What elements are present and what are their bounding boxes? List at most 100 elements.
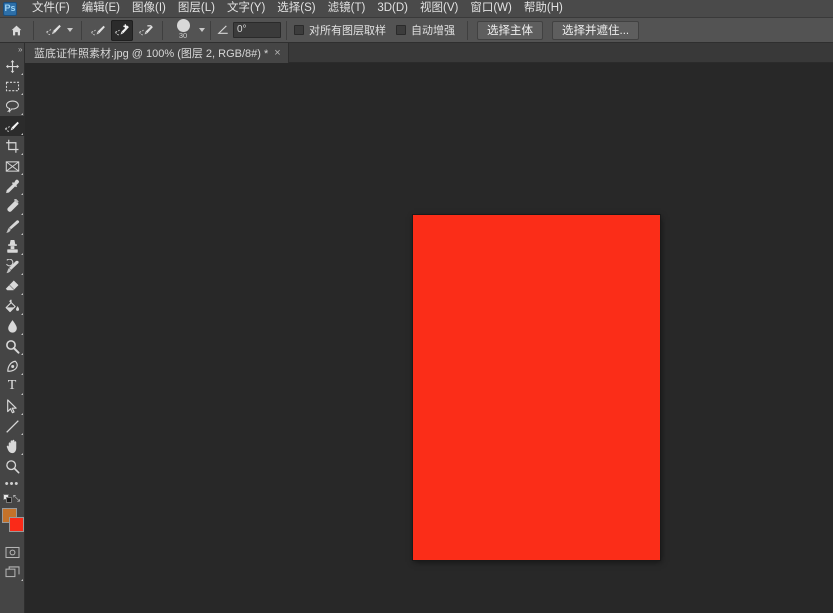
- spot-healing-brush-tool[interactable]: [0, 196, 25, 216]
- lasso-icon: [5, 99, 20, 114]
- tool-expand-corner: [21, 412, 23, 415]
- brush-size-picker[interactable]: 30: [168, 18, 198, 42]
- photoshop-window: Ps 文件(F) 编辑(E) 图像(I) 图层(L) 文字(Y) 选择(S) 滤…: [0, 0, 833, 613]
- tool-expand-corner: [21, 312, 23, 315]
- blur-drop-icon: [5, 319, 20, 334]
- path-arrow-icon: [5, 398, 19, 414]
- document-tab-bar: 蓝底证件照素材.jpg @ 100% (图层 2, RGB/8#) * ×: [0, 43, 833, 63]
- move-tool[interactable]: [0, 56, 25, 76]
- selection-mode-group: [87, 19, 157, 41]
- home-button[interactable]: [4, 19, 28, 41]
- dodge-tool[interactable]: [0, 336, 25, 356]
- options-separator-6: [467, 20, 468, 40]
- tool-expand-corner: [21, 172, 23, 175]
- swap-colors-icon[interactable]: ⤡: [12, 493, 22, 503]
- expand-toolbar-button[interactable]: »: [0, 43, 25, 56]
- select-and-mask-button[interactable]: 选择并遮住...: [552, 20, 640, 40]
- select-subject-button[interactable]: 选择主体: [477, 20, 543, 40]
- tool-expand-corner: [21, 372, 23, 375]
- options-separator-1: [33, 20, 34, 40]
- tool-expand-corner: [21, 272, 23, 275]
- menu-bar: Ps 文件(F) 编辑(E) 图像(I) 图层(L) 文字(Y) 选择(S) 滤…: [0, 0, 833, 18]
- photoshop-logo-icon: Ps: [3, 1, 17, 16]
- tool-expand-corner: [21, 578, 23, 581]
- quick-selection-tool[interactable]: [0, 116, 25, 136]
- blur-tool[interactable]: [0, 316, 25, 336]
- sample-all-layers-group[interactable]: 对所有图层取样: [294, 22, 386, 38]
- history-brush-icon: [5, 258, 20, 274]
- menu-window[interactable]: 窗口(W): [464, 0, 518, 18]
- auto-enhance-checkbox[interactable]: [396, 25, 406, 35]
- path-selection-tool[interactable]: [0, 396, 25, 416]
- tool-expand-corner: [21, 152, 23, 155]
- magnifier-icon: [5, 459, 20, 474]
- menu-image[interactable]: 图像(I): [126, 0, 172, 18]
- menu-3d[interactable]: 3D(D): [371, 0, 414, 18]
- history-brush-tool[interactable]: [0, 256, 25, 276]
- frame-tool[interactable]: [0, 156, 25, 176]
- menu-select[interactable]: 选择(S): [271, 0, 321, 18]
- type-t-icon: T: [7, 378, 17, 393]
- screen-mode-icon: [4, 565, 20, 579]
- tool-expand-corner: [21, 112, 23, 115]
- brush-tool[interactable]: [0, 216, 25, 236]
- color-controls-row: ⤡: [0, 492, 25, 506]
- brush-angle-input[interactable]: 0°: [233, 22, 281, 38]
- hand-tool[interactable]: [0, 436, 25, 456]
- eraser-icon: [5, 279, 20, 293]
- eraser-tool[interactable]: [0, 276, 25, 296]
- sample-all-layers-label: 对所有图层取样: [309, 25, 386, 37]
- close-icon[interactable]: ×: [274, 47, 280, 59]
- canvas-area[interactable]: [26, 64, 833, 613]
- menu-type[interactable]: 文字(Y): [221, 0, 271, 18]
- tool-preset-picker[interactable]: [39, 19, 76, 41]
- type-tool[interactable]: T: [0, 376, 25, 396]
- options-separator-4: [210, 20, 211, 40]
- tool-expand-corner: [21, 252, 23, 255]
- quick-mask-button[interactable]: [0, 542, 25, 562]
- paint-bucket-icon: [5, 299, 20, 314]
- document-tab[interactable]: 蓝底证件照素材.jpg @ 100% (图层 2, RGB/8#) * ×: [25, 43, 289, 63]
- gradient-tool[interactable]: [0, 296, 25, 316]
- subtract-from-selection-mode[interactable]: [135, 20, 157, 41]
- new-selection-mode[interactable]: [87, 20, 109, 41]
- shape-tool[interactable]: [0, 416, 25, 436]
- options-separator-3: [162, 20, 163, 40]
- brush-picker-chevron-down-icon[interactable]: [199, 28, 205, 32]
- eyedropper-tool[interactable]: [0, 176, 25, 196]
- lasso-tool[interactable]: [0, 96, 25, 116]
- rectangular-marquee-tool[interactable]: [0, 76, 25, 96]
- crop-tool[interactable]: [0, 136, 25, 156]
- home-icon: [10, 24, 23, 37]
- menu-layer[interactable]: 图层(L): [172, 0, 221, 18]
- tool-expand-corner: [21, 72, 23, 75]
- pen-icon: [5, 359, 20, 374]
- add-to-selection-mode[interactable]: [111, 19, 133, 41]
- clone-stamp-tool[interactable]: [0, 236, 25, 256]
- default-colors-icon[interactable]: [2, 494, 12, 503]
- pen-tool[interactable]: [0, 356, 25, 376]
- sample-all-layers-checkbox[interactable]: [294, 25, 304, 35]
- background-color-swatch[interactable]: [8, 517, 24, 532]
- auto-enhance-group[interactable]: 自动增强: [396, 22, 455, 38]
- tool-expand-corner: [21, 132, 23, 135]
- tool-expand-corner: [21, 92, 23, 95]
- menu-help[interactable]: 帮助(H): [518, 0, 569, 18]
- auto-enhance-label: 自动增强: [411, 25, 455, 37]
- menu-view[interactable]: 视图(V): [414, 0, 464, 18]
- tool-expand-corner: [21, 292, 23, 295]
- screen-mode-button[interactable]: [0, 562, 25, 582]
- document-tab-title: 蓝底证件照素材.jpg @ 100% (图层 2, RGB/8#) *: [34, 48, 269, 60]
- line-shape-icon: [5, 419, 20, 434]
- options-separator-5: [286, 20, 287, 40]
- menu-file[interactable]: 文件(F): [26, 0, 76, 18]
- tools-panel: » T ••• ⤡: [0, 43, 25, 613]
- zoom-tool[interactable]: [0, 456, 25, 476]
- menu-edit[interactable]: 编辑(E): [76, 0, 126, 18]
- red-artboard[interactable]: [413, 215, 660, 560]
- tool-expand-corner: [21, 212, 23, 215]
- marquee-icon: [5, 80, 20, 93]
- tool-expand-corner: [21, 232, 23, 235]
- menu-filter[interactable]: 滤镜(T): [322, 0, 372, 18]
- edit-toolbar-button[interactable]: •••: [0, 476, 25, 492]
